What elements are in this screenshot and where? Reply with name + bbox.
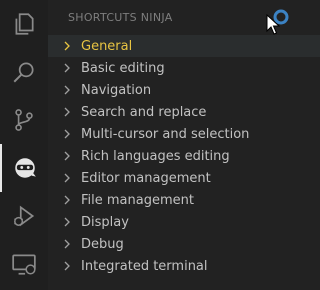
tree-item-multi-cursor[interactable]: Multi-cursor and selection: [48, 123, 320, 145]
tree-item-display[interactable]: Display: [48, 211, 320, 233]
tree-item-label: Basic editing: [81, 60, 165, 76]
tree-item-label: General: [81, 38, 133, 54]
panel-title: SHORTCUTS NINJA: [68, 11, 173, 24]
chevron-right-icon: [60, 215, 74, 229]
tree-item-rich-languages-editing[interactable]: Rich languages editing: [48, 145, 320, 167]
source-control-button[interactable]: [0, 96, 48, 144]
tree-item-label: Navigation: [81, 82, 152, 98]
search-button[interactable]: [0, 48, 48, 96]
activity-bar: [0, 0, 48, 290]
tree-item-label: Display: [81, 214, 129, 230]
search-icon: [13, 62, 34, 83]
chevron-right-icon: [60, 39, 74, 53]
explorer-button[interactable]: [0, 0, 48, 48]
tree-item-debug[interactable]: Debug: [48, 233, 320, 255]
chevron-right-icon: [60, 259, 74, 273]
shortcuts-ninja-panel: SHORTCUTS NINJA General Basic editing Na…: [48, 0, 320, 290]
tree-item-label: Integrated terminal: [81, 258, 208, 274]
shortcut-category-tree: General Basic editing Navigation Search …: [48, 35, 320, 277]
chevron-right-icon: [60, 237, 74, 251]
tree-item-label: Editor management: [81, 170, 211, 186]
tree-item-label: Debug: [81, 236, 124, 252]
remote-explorer-button[interactable]: [0, 240, 48, 288]
tree-item-file-management[interactable]: File management: [48, 189, 320, 211]
run-debug-icon: [14, 205, 35, 227]
chevron-right-icon: [60, 149, 74, 163]
chevron-right-icon: [60, 105, 74, 119]
tree-item-label: Rich languages editing: [81, 148, 230, 164]
chevron-right-icon: [60, 193, 74, 207]
tree-item-label: File management: [81, 192, 194, 208]
tree-item-label: Multi-cursor and selection: [81, 126, 250, 142]
remote-explorer-icon: [12, 254, 36, 275]
tree-item-integrated-terminal[interactable]: Integrated terminal: [48, 255, 320, 277]
chevron-right-icon: [60, 61, 74, 75]
shortcuts-ninja-button[interactable]: [0, 144, 48, 192]
tree-item-navigation[interactable]: Navigation: [48, 79, 320, 101]
run-debug-button[interactable]: [0, 192, 48, 240]
tree-item-general[interactable]: General: [48, 35, 320, 57]
source-control-icon: [15, 109, 33, 131]
chevron-right-icon: [60, 171, 74, 185]
tree-item-search-and-replace[interactable]: Search and replace: [48, 101, 320, 123]
ninja-icon: [15, 158, 36, 178]
tree-item-basic-editing[interactable]: Basic editing: [48, 57, 320, 79]
tree-item-label: Search and replace: [81, 104, 207, 120]
mouse-pointer-icon: [266, 14, 280, 35]
chevron-right-icon: [60, 83, 74, 97]
tree-item-editor-management[interactable]: Editor management: [48, 167, 320, 189]
files-icon: [15, 13, 34, 35]
chevron-right-icon: [60, 127, 74, 141]
